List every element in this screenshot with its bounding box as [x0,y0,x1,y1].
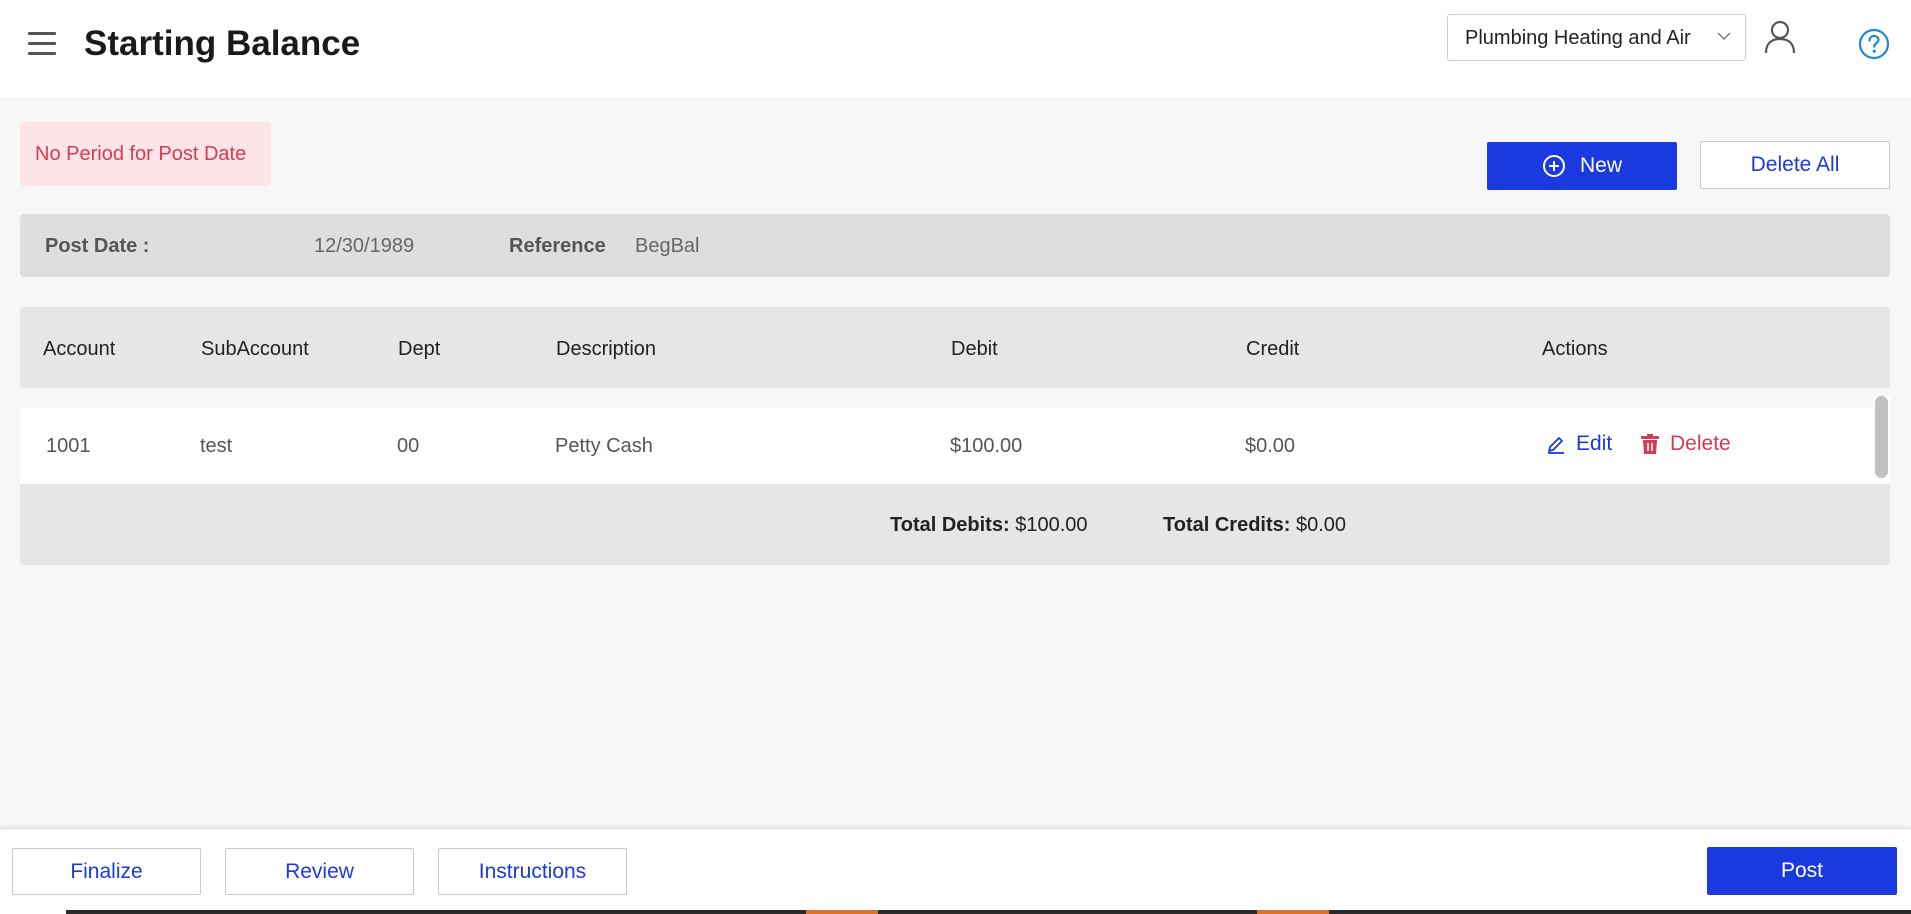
reference-value: BegBal [635,235,700,257]
review-button[interactable]: Review [225,848,414,895]
pencil-icon [1548,437,1564,454]
bottom-action-bar: Finalize Review Instructions Post [0,828,1911,914]
top-bar: Starting Balance Plumbing Heating and Ai… [0,0,1911,97]
total-credits-label: Total Credits: [1163,514,1291,536]
column-header-description: Description [556,338,657,360]
total-credits-value: $0.00 [1295,514,1347,536]
column-header-account: Account [43,338,116,360]
cell-credit: $0.00 [1245,435,1296,457]
chevron-down-icon [1717,32,1731,40]
delete-label: Delete [1670,432,1731,455]
cell-description: Petty Cash [555,435,653,457]
help-icon[interactable] [1858,28,1890,60]
new-button[interactable]: New [1487,142,1677,190]
user-profile-icon[interactable] [1764,20,1796,54]
post-date-value: 12/30/1989 [314,235,415,257]
new-button-label: New [1579,154,1622,177]
company-select[interactable]: Plumbing Heating and Air [1447,14,1746,61]
cell-debit: $100.00 [950,435,1023,457]
entry-info-bar: Post Date : 12/30/1989 Reference BegBal [20,214,1890,277]
table-row: 1001 test 00 Petty Cash $100.00 $0.00 Ed… [20,408,1873,484]
column-header-debit: Debit [951,338,998,360]
delete-row-button[interactable]: Delete [1640,432,1731,456]
bottom-edge-strip [0,910,1911,914]
table-header: Account SubAccount Dept Description Debi… [20,307,1890,388]
total-debits: Total Debits: $100.00 [890,514,1088,537]
column-header-dept: Dept [398,338,441,360]
post-button[interactable]: Post [1707,847,1897,895]
page-title: Starting Balance [84,24,361,63]
delete-all-button[interactable]: Delete All [1700,141,1890,189]
plus-circle-icon [1542,155,1565,177]
table-scrollbar-thumb[interactable] [1875,396,1888,478]
edit-label: Edit [1576,432,1613,455]
totals-row: Total Debits: $100.00 Total Credits: $0.… [20,484,1890,565]
cell-subaccount: test [200,435,233,457]
company-select-value: Plumbing Heating and Air [1465,27,1691,49]
edit-row-button[interactable]: Edit [1546,432,1612,456]
reference-label: Reference [509,235,606,257]
total-credits: Total Credits: $0.00 [1163,514,1346,537]
trash-icon [1641,434,1659,454]
instructions-button[interactable]: Instructions [438,848,627,895]
column-header-credit: Credit [1246,338,1300,360]
finalize-button[interactable]: Finalize [12,848,201,895]
cell-account: 1001 [46,435,91,457]
cell-dept: 00 [397,435,420,457]
post-date-label: Post Date : [45,235,150,257]
hamburger-menu-icon[interactable] [28,30,58,58]
no-period-alert: No Period for Post Date [20,122,271,186]
column-header-subaccount: SubAccount [201,338,309,360]
column-header-actions: Actions [1542,338,1608,360]
total-debits-value: $100.00 [1015,514,1088,536]
total-debits-label: Total Debits: [890,514,1010,536]
